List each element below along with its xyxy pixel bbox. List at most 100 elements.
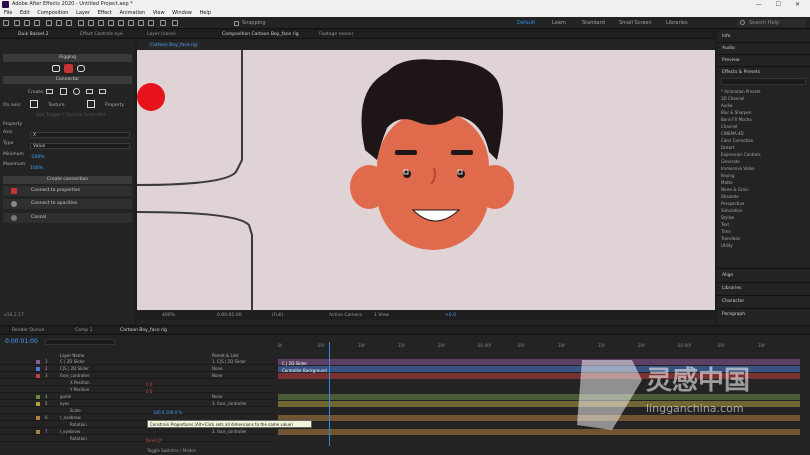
- layer-row[interactable]: 1 C | 2D Slider 1. C|S | 2D Slider: [0, 359, 275, 365]
- joystick-icon[interactable]: [60, 88, 67, 95]
- layer-parent-select[interactable]: None: [212, 366, 222, 372]
- layer-label-color[interactable]: [36, 367, 40, 371]
- hand-tool-icon[interactable]: [24, 20, 30, 26]
- composition-viewer[interactable]: [137, 50, 715, 310]
- tab-duik-bassel[interactable]: Duik Bassel.2: [18, 32, 48, 37]
- layer-name[interactable]: C | 2D Slider: [60, 359, 85, 365]
- effect-category[interactable]: 3D Channel: [721, 96, 744, 101]
- layer-name[interactable]: face_controller: [60, 373, 90, 379]
- rotation-value[interactable]: 0x+0.0°: [146, 438, 163, 443]
- layer-name[interactable]: Scale: [70, 408, 81, 414]
- character-panel-header[interactable]: Character: [722, 299, 744, 304]
- menu-view[interactable]: View: [153, 10, 165, 16]
- connector-icon[interactable]: [52, 65, 60, 72]
- zoom-tool-icon[interactable]: [34, 20, 40, 26]
- eraser-tool-icon[interactable]: [128, 20, 134, 26]
- current-time-indicator[interactable]: [329, 342, 330, 446]
- menu-animation[interactable]: Animation: [120, 10, 146, 16]
- effect-category[interactable]: Channel: [721, 124, 737, 129]
- camera-select[interactable]: Active Camera: [329, 311, 362, 320]
- layer-parent-select[interactable]: None: [212, 373, 222, 379]
- camera-tool-icon[interactable]: [56, 20, 62, 26]
- layer-label-color[interactable]: [36, 430, 40, 434]
- effect-category[interactable]: Simulation: [721, 208, 742, 213]
- effect-category[interactable]: Boris FX Mocha: [721, 117, 752, 122]
- effect-category[interactable]: Color Correction: [721, 138, 753, 143]
- hand-icon[interactable]: [77, 65, 85, 72]
- layer-name[interactable]: eyes: [60, 401, 69, 407]
- effect-category[interactable]: * Animation Presets: [721, 89, 761, 94]
- property-icon[interactable]: [87, 100, 95, 108]
- effect-category[interactable]: Transition: [721, 236, 740, 241]
- tab-footage[interactable]: Footage (none): [319, 32, 353, 37]
- layer-label-color[interactable]: [36, 374, 40, 378]
- axis-select[interactable]: X: [30, 132, 130, 138]
- layer-search-input[interactable]: [45, 339, 115, 345]
- clone-stamp-tool-icon[interactable]: [118, 20, 124, 26]
- effect-category[interactable]: Audio: [721, 103, 732, 108]
- puppet-tool-icon[interactable]: [148, 20, 154, 26]
- scale-value[interactable]: 100.0,100.0 %: [153, 410, 182, 415]
- layer-name[interactable]: Rotation: [70, 422, 87, 428]
- layer-parent-select[interactable]: 3. face_controller: [212, 401, 247, 407]
- menu-window[interactable]: Window: [172, 10, 192, 16]
- effect-category[interactable]: CINEMA 4D: [721, 131, 744, 136]
- effect-category[interactable]: Immersive Video: [721, 166, 755, 171]
- snapping-checkbox[interactable]: [234, 21, 239, 26]
- x-position-value[interactable]: 0.0: [146, 382, 152, 387]
- effect-category[interactable]: Time: [721, 229, 731, 234]
- layer-label-color[interactable]: [36, 402, 40, 406]
- tab-effect-controls[interactable]: Effect Controls eye: [80, 32, 123, 37]
- effect-category[interactable]: Stylize: [721, 215, 734, 220]
- camera-controller-icon[interactable]: [86, 89, 93, 94]
- cancel-button[interactable]: Cancel: [3, 213, 132, 223]
- roto-brush-tool-icon[interactable]: [138, 20, 144, 26]
- workspace-default[interactable]: Default: [517, 20, 535, 26]
- effect-category[interactable]: Noise & Grain: [721, 187, 749, 192]
- tab-comp-1[interactable]: Comp 1: [75, 328, 92, 333]
- layer-row[interactable]: 2 C|S | 2D Slider None: [0, 366, 275, 372]
- effect-category[interactable]: Keying: [721, 173, 734, 178]
- type-select[interactable]: Value: [30, 143, 130, 149]
- workspace-standard[interactable]: Standard: [582, 20, 605, 26]
- angle-icon[interactable]: [73, 88, 80, 95]
- tab-render-queue[interactable]: Render Queue: [12, 328, 44, 333]
- layer-name[interactable]: Y Position: [70, 387, 89, 393]
- extra-tool-icon[interactable]: [172, 20, 178, 26]
- effect-category[interactable]: Generate: [721, 159, 740, 164]
- tab-cartoon-boy-rig[interactable]: Cartoon Boy_face rig: [120, 328, 167, 333]
- effect-category[interactable]: Obsolete: [721, 194, 739, 199]
- audio-panel-header[interactable]: Audio: [722, 46, 735, 51]
- layer-parent-select[interactable]: 3. face_controller: [212, 429, 247, 435]
- layer-row[interactable]: Rotation: [0, 436, 275, 442]
- connect-to-properties-button[interactable]: Connect to properties: [3, 186, 132, 196]
- layer-row[interactable]: Y Position: [0, 387, 275, 393]
- layer-row[interactable]: 7 l_eyebrow 3. face_controller: [0, 429, 275, 435]
- layer-row[interactable]: Scale: [0, 408, 275, 414]
- type-tool-icon[interactable]: [98, 20, 104, 26]
- texture-icon[interactable]: [30, 100, 38, 108]
- align-panel-header[interactable]: Align: [722, 273, 733, 278]
- layer-name[interactable]: l_eyebrow: [60, 429, 80, 435]
- window-controls[interactable]: — ☐ ✕: [756, 0, 806, 9]
- layer-label-color[interactable]: [36, 416, 40, 420]
- layer-parent-select[interactable]: None: [212, 394, 222, 400]
- timeline-timecode[interactable]: 0:00:01:00: [5, 338, 38, 345]
- magnet-icon[interactable]: [64, 64, 73, 73]
- resolution-select[interactable]: (Full): [272, 311, 283, 320]
- workspace-small-screen[interactable]: Small Screen: [619, 20, 652, 26]
- search-help-input[interactable]: Search Help: [737, 19, 806, 27]
- preview-panel-header[interactable]: Preview: [722, 58, 740, 63]
- layer-row[interactable]: 4 guide None: [0, 394, 275, 400]
- minimum-value[interactable]: -100%: [30, 155, 45, 160]
- menu-edit[interactable]: Edit: [20, 10, 30, 16]
- effect-category[interactable]: Blur & Sharpen: [721, 110, 751, 115]
- toggle-switches-modes[interactable]: Toggle Switches / Modes: [147, 448, 196, 453]
- brush-tool-icon[interactable]: [108, 20, 114, 26]
- menu-composition[interactable]: Composition: [37, 10, 68, 16]
- zoom-level[interactable]: 400%: [162, 311, 175, 320]
- view-layout-select[interactable]: 1 View: [374, 311, 389, 320]
- layer-name[interactable]: Rotation: [70, 436, 87, 442]
- y-position-value[interactable]: 0.0: [146, 389, 152, 394]
- trigger-option[interactable]: Use Trigger / Texture Controller: [36, 113, 106, 118]
